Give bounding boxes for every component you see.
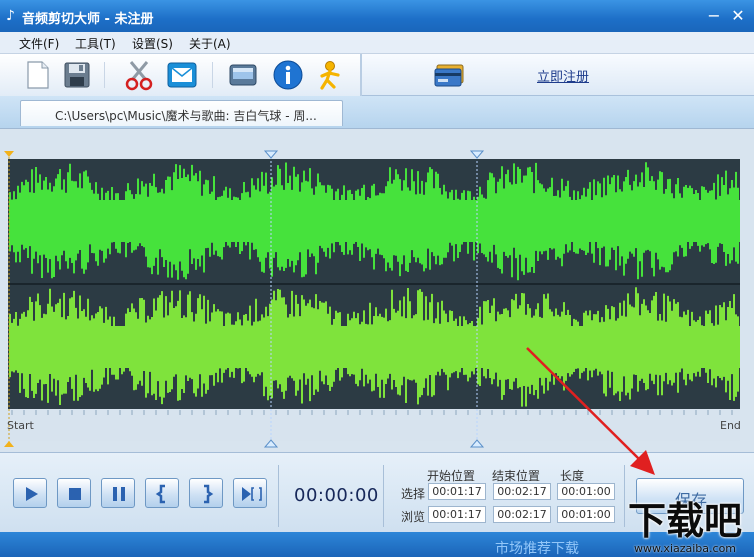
waveform-panel[interactable]: Start End [0, 128, 754, 452]
wave-core [10, 326, 740, 368]
file-tab-strip: C:\Users\pc\Music\魔术与歌曲: 吉白气球 - 周... [0, 96, 754, 128]
monitor-button[interactable] [226, 58, 260, 92]
save-disk-icon [64, 62, 90, 88]
info-icon [273, 60, 303, 90]
pause-button[interactable] [101, 478, 135, 508]
end-position-header: 结束位置 [492, 469, 541, 483]
waveform-canvas[interactable] [0, 129, 754, 453]
play-button[interactable] [13, 478, 47, 508]
toolbar-divider [104, 62, 105, 88]
mail-icon [167, 62, 197, 88]
cut-button[interactable] [122, 58, 156, 92]
toolbar: 立即注册 [0, 54, 754, 96]
toolbar-divider [212, 62, 213, 88]
menu-file[interactable]: 文件(F) [19, 35, 59, 52]
run-button[interactable] [313, 58, 347, 92]
pause-icon [113, 487, 125, 501]
play-selection-icon [242, 487, 262, 501]
close-button[interactable]: ✕ [728, 6, 748, 26]
mail-button[interactable] [165, 58, 199, 92]
timeline-start-label: Start [7, 419, 34, 432]
mark-start-button[interactable] [145, 478, 179, 508]
play-icon [26, 487, 38, 501]
mark-end-button[interactable] [189, 478, 223, 508]
menu-settings[interactable]: 设置(S) [132, 35, 173, 52]
start-marker-top-icon[interactable] [4, 151, 14, 157]
card-icon [434, 64, 464, 87]
browse-end-field[interactable]: 00:02:17 [493, 506, 551, 523]
info-button[interactable] [271, 58, 305, 92]
watermark-title: 下载吧 [627, 499, 742, 543]
new-file-button[interactable] [20, 58, 54, 92]
selection-end-field[interactable]: 00:02:17 [493, 483, 551, 500]
app-note-icon: ♪ [6, 8, 15, 24]
play-selection-button[interactable] [233, 478, 267, 508]
watermark-url: www.xiazaiba.com [633, 542, 737, 555]
timeline-end-label: End [720, 419, 741, 432]
mark-end-icon [204, 484, 214, 504]
length-header: 长度 [560, 469, 585, 483]
minimize-button[interactable]: − [704, 6, 724, 26]
ruler-ticks [11, 410, 733, 415]
menu-bar: 文件(F) 工具(T) 设置(S) 关于(A) [0, 32, 754, 54]
panel-divider [278, 465, 279, 527]
status-text: 市场推荐下载 [495, 541, 579, 557]
title-bar: ♪ 音频剪切大师 - 未注册 − ✕ [0, 0, 754, 32]
selection-start-top-icon[interactable] [263, 150, 279, 159]
stop-icon [69, 488, 81, 500]
selection-end-top-icon[interactable] [469, 150, 485, 159]
window-title: 音频剪切大师 - 未注册 [22, 12, 154, 27]
panel-divider [383, 465, 384, 527]
register-now-link[interactable]: 立即注册 [537, 66, 589, 85]
mark-start-icon [155, 484, 165, 504]
menu-tools[interactable]: 工具(T) [75, 35, 116, 52]
start-position-header: 开始位置 [427, 469, 476, 483]
monitor-icon [229, 64, 257, 86]
new-file-icon [27, 61, 49, 89]
selection-length-field[interactable]: 00:01:00 [557, 483, 615, 500]
selection-end-bottom-icon[interactable] [469, 439, 485, 448]
site-watermark: 下载吧 www.xiazaiba.com [616, 497, 754, 557]
timeline-ruler [8, 409, 740, 441]
file-tab[interactable]: C:\Users\pc\Music\魔术与歌曲: 吉白气球 - 周... [20, 100, 343, 126]
selection-start-field[interactable]: 00:01:17 [428, 483, 486, 500]
menu-about[interactable]: 关于(A) [189, 35, 231, 52]
wave-core [10, 200, 740, 242]
stop-button[interactable] [57, 478, 91, 508]
selection-row-label: 选择 [401, 487, 426, 501]
start-marker-bottom-icon[interactable] [4, 441, 14, 447]
file-tab-label: C:\Users\pc\Music\魔术与歌曲: 吉白气球 - 周... [55, 109, 317, 123]
browse-length-field[interactable]: 00:01:00 [557, 506, 615, 523]
browse-start-field[interactable]: 00:01:17 [428, 506, 486, 523]
selection-start-bottom-icon[interactable] [263, 439, 279, 448]
save-toolbar-button[interactable] [60, 58, 94, 92]
current-time-display: 00:00:00 [294, 485, 379, 506]
scissors-icon [125, 61, 153, 91]
runner-icon [320, 61, 340, 90]
browse-row-label: 浏览 [401, 510, 426, 524]
